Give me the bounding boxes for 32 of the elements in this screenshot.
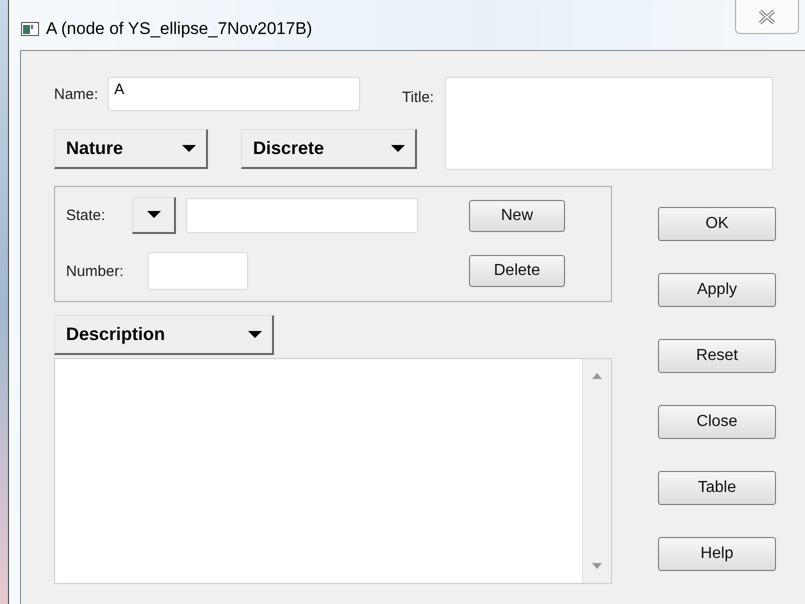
type-dropdown[interactable]: Discrete	[241, 129, 417, 169]
state-dropdown-button[interactable]	[132, 197, 176, 234]
title-field[interactable]	[444, 77, 773, 170]
dialog-button[interactable]: Close	[658, 405, 776, 439]
caret-icon	[248, 330, 262, 338]
window-title: A (node of YS_ellipse_7Nov2017B)	[46, 19, 312, 39]
caret-icon	[391, 144, 405, 152]
number-label: Number:	[66, 262, 125, 280]
scrollbar[interactable]	[582, 359, 611, 583]
window-icon	[21, 22, 39, 36]
state-field[interactable]	[186, 198, 418, 233]
dialog-button[interactable]: Apply	[658, 273, 776, 307]
number-field[interactable]	[148, 252, 248, 290]
dialog-button[interactable]: Reset	[658, 339, 776, 373]
title-label: Title:	[402, 89, 434, 106]
state-label: State:	[66, 207, 106, 224]
name-field[interactable]: A	[108, 77, 360, 111]
scroll-up-icon[interactable]	[592, 373, 602, 379]
caret-icon	[146, 211, 160, 219]
dialog-button[interactable]: Table	[658, 471, 776, 505]
close-button[interactable]	[735, 0, 799, 34]
name-label: Name:	[54, 86, 98, 102]
description-field[interactable]	[54, 358, 612, 584]
scroll-down-icon[interactable]	[592, 563, 602, 569]
dialog-button[interactable]: Help	[658, 537, 776, 571]
caret-icon	[182, 144, 196, 152]
type-dropdown[interactable]: Nature	[54, 129, 208, 169]
dialog-button[interactable]: OK	[658, 207, 776, 241]
close-icon	[757, 8, 777, 24]
description-dropdown[interactable]: Description	[54, 315, 274, 355]
new-button[interactable]: New	[469, 200, 565, 232]
delete-button[interactable]: Delete	[469, 255, 565, 287]
